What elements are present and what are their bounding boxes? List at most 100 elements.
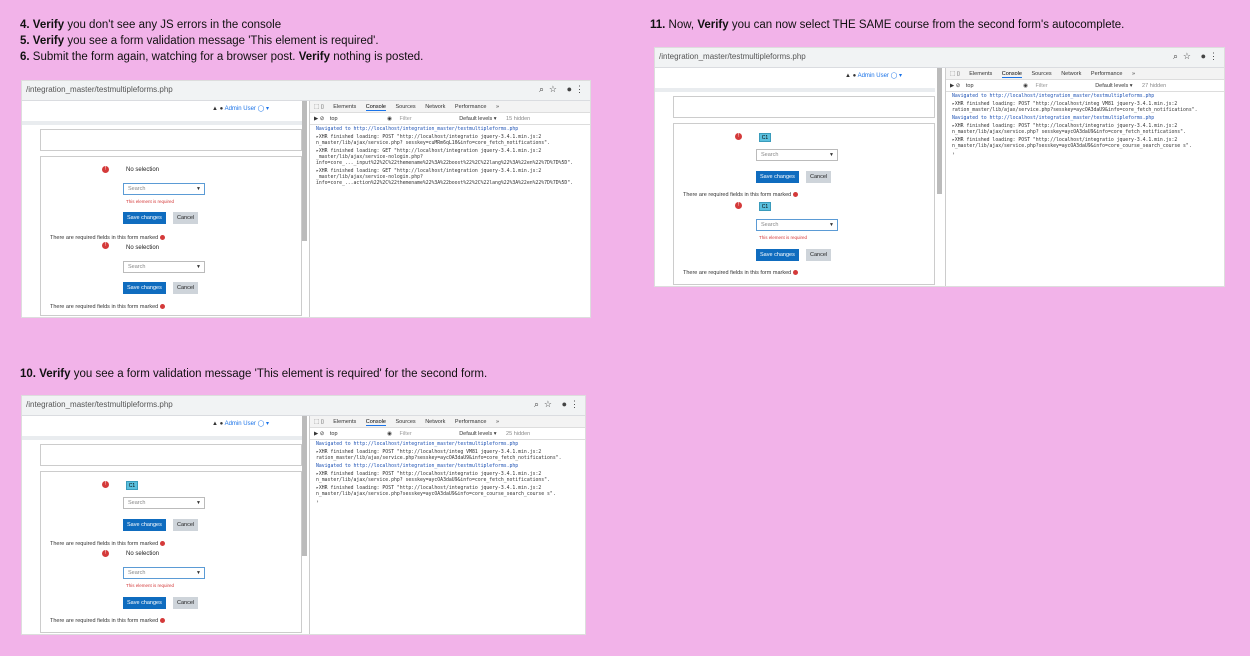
- log-entry: Navigated to http://localhost/integratio…: [316, 442, 519, 447]
- eye-icon[interactable]: ◉: [387, 116, 392, 122]
- no-selection-label: No selection: [126, 167, 160, 173]
- search-icon[interactable]: ⌕: [534, 399, 539, 410]
- filter-input[interactable]: Filter: [399, 431, 411, 437]
- star-icon[interactable]: ☆: [549, 84, 557, 95]
- hidden-count: 15 hidden: [506, 116, 531, 122]
- address-bar[interactable]: /integration_master/testmultipleforms.ph…: [22, 396, 585, 416]
- required-note-1: There are required fields in this form m…: [50, 235, 165, 241]
- selected-course-chip[interactable]: C1: [759, 133, 771, 142]
- devtools-panel: ⬚ ▯ Elements Console Sources Network Per…: [309, 101, 590, 317]
- required-note-1: There are required fields in this form m…: [683, 192, 798, 198]
- account-icon[interactable]: ●: [1201, 51, 1206, 61]
- levels-select[interactable]: Default levels ▾: [459, 431, 496, 437]
- tab-more[interactable]: »: [496, 419, 499, 425]
- hidden-count: 25 hidden: [506, 431, 531, 437]
- log-entry: Navigated to http://localhost/integratio…: [952, 94, 1155, 99]
- cancel-button-1[interactable]: Cancel: [173, 519, 199, 531]
- inspect-icon[interactable]: ⬚ ▯: [950, 71, 960, 77]
- inspect-icon[interactable]: ⬚ ▯: [314, 104, 324, 110]
- inspect-icon[interactable]: ⬚ ▯: [314, 419, 324, 425]
- search-select-2[interactable]: Search ▼: [123, 567, 205, 579]
- context-select[interactable]: top: [966, 83, 974, 89]
- console-log: Navigated to http://localhost/integratio…: [316, 127, 588, 189]
- account-icon[interactable]: ●: [567, 84, 572, 94]
- menu-icon[interactable]: ⋮: [1209, 51, 1218, 62]
- tab-sources[interactable]: Sources: [1031, 71, 1051, 77]
- tab-performance[interactable]: Performance: [455, 104, 487, 110]
- required-icon: !: [735, 202, 742, 209]
- search-select-1[interactable]: Search ▼: [123, 183, 205, 195]
- search-select-2[interactable]: Search ▼: [756, 219, 838, 231]
- console-prompt[interactable]: ›: [316, 500, 583, 506]
- clear-console-icon[interactable]: ▶ ⊘: [314, 431, 324, 437]
- tab-network[interactable]: Network: [1061, 71, 1081, 77]
- required-icon: !: [102, 242, 109, 249]
- tab-elements[interactable]: Elements: [333, 419, 356, 425]
- save-button-1[interactable]: Save changes: [123, 519, 166, 531]
- star-icon[interactable]: ☆: [544, 399, 552, 410]
- eye-icon[interactable]: ◉: [1023, 83, 1028, 89]
- filter-input[interactable]: Filter: [1035, 83, 1047, 89]
- tab-performance[interactable]: Performance: [1091, 71, 1123, 77]
- tab-more[interactable]: »: [496, 104, 499, 110]
- save-button-2[interactable]: Save changes: [756, 249, 799, 261]
- context-select[interactable]: top: [330, 116, 338, 122]
- validation-error: This element is required: [126, 199, 175, 204]
- console-toolbar: ▶ ⊘ top ◉ Filter Default levels ▾ 25 hid…: [310, 428, 585, 440]
- save-button-2[interactable]: Save changes: [123, 597, 166, 609]
- log-entry: ▸XHR finished loading: POST "http://loca…: [316, 472, 550, 483]
- tab-sources[interactable]: Sources: [395, 419, 415, 425]
- filter-input[interactable]: Filter: [399, 116, 411, 122]
- cancel-button-2[interactable]: Cancel: [806, 249, 832, 261]
- save-button-2[interactable]: Save changes: [123, 282, 166, 294]
- cancel-button-2[interactable]: Cancel: [173, 282, 199, 294]
- tab-network[interactable]: Network: [425, 419, 445, 425]
- page-scrollbar[interactable]: [302, 101, 307, 241]
- search-select-2[interactable]: Search ▼: [123, 261, 205, 273]
- address-bar[interactable]: /integration_master/testmultipleforms.ph…: [655, 48, 1224, 68]
- tab-console[interactable]: Console: [365, 104, 386, 111]
- menu-icon[interactable]: ⋮: [570, 399, 579, 410]
- save-button-1[interactable]: Save changes: [756, 171, 799, 183]
- required-note-2: There are required fields in this form m…: [683, 270, 798, 276]
- search-icon[interactable]: ⌕: [539, 84, 544, 95]
- validation-error: This element is required: [759, 235, 808, 240]
- no-selection-label: No selection: [126, 551, 160, 557]
- console-prompt[interactable]: ›: [952, 152, 1222, 158]
- cancel-button-1[interactable]: Cancel: [806, 171, 832, 183]
- clear-console-icon[interactable]: ▶ ⊘: [950, 83, 960, 89]
- star-icon[interactable]: ☆: [1183, 51, 1191, 62]
- selected-course-chip-2[interactable]: C1: [759, 202, 771, 211]
- page-scrollbar[interactable]: [302, 416, 307, 556]
- page-scrollbar[interactable]: [937, 68, 942, 194]
- search-select-1[interactable]: Search ▼: [756, 149, 838, 161]
- levels-select[interactable]: Default levels ▾: [1095, 83, 1132, 89]
- account-icon[interactable]: ●: [562, 399, 567, 409]
- clear-console-icon[interactable]: ▶ ⊘: [314, 116, 324, 122]
- tab-console[interactable]: Console: [1001, 71, 1022, 78]
- tab-console[interactable]: Console: [365, 419, 386, 426]
- tab-performance[interactable]: Performance: [455, 419, 487, 425]
- tab-elements[interactable]: Elements: [333, 104, 356, 110]
- tab-elements[interactable]: Elements: [969, 71, 992, 77]
- required-note-2: There are required fields in this form m…: [50, 304, 165, 310]
- log-entry: Navigated to http://localhost/integratio…: [316, 464, 519, 469]
- search-icon[interactable]: ⌕: [1173, 51, 1178, 62]
- save-button-1[interactable]: Save changes: [123, 212, 166, 224]
- levels-select[interactable]: Default levels ▾: [459, 116, 496, 122]
- eye-icon[interactable]: ◉: [387, 431, 392, 437]
- cancel-button-2[interactable]: Cancel: [173, 597, 199, 609]
- tab-network[interactable]: Network: [425, 104, 445, 110]
- context-select[interactable]: top: [330, 431, 338, 437]
- selected-course-chip[interactable]: C1: [126, 481, 138, 490]
- tab-sources[interactable]: Sources: [395, 104, 415, 110]
- menu-icon[interactable]: ⋮: [575, 84, 584, 95]
- required-icon: !: [102, 550, 109, 557]
- log-entry: ▸XHR finished loading: GET "http://local…: [316, 149, 574, 166]
- address-bar[interactable]: /integration_master/testmultipleforms.ph…: [22, 81, 590, 101]
- moodle-page: ▲ ● Admin User ◯ ▾ ! C1 Search ▼ Save cha…: [22, 416, 302, 634]
- search-select-1[interactable]: Search ▼: [123, 497, 205, 509]
- devtools-panel: ⬚ ▯ Elements Console Sources Network Per…: [945, 68, 1224, 286]
- cancel-button-1[interactable]: Cancel: [173, 212, 199, 224]
- tab-more[interactable]: »: [1132, 71, 1135, 77]
